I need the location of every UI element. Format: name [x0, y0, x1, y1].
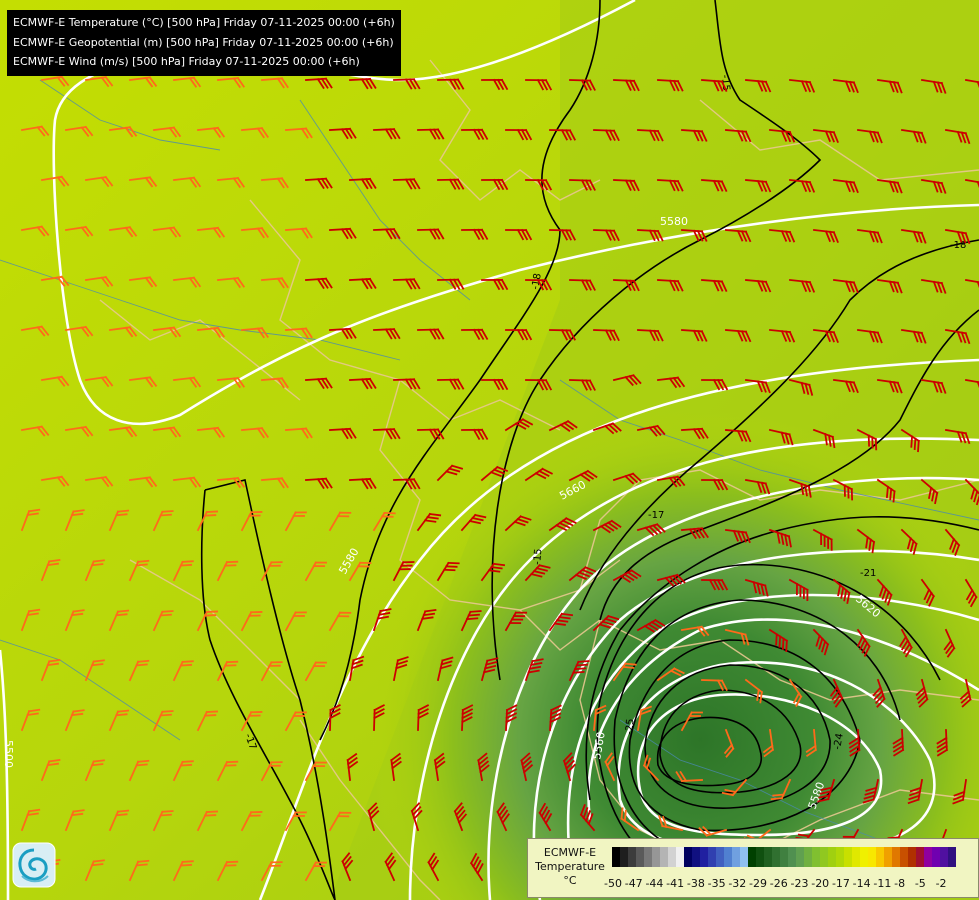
legend-swatch	[860, 847, 868, 867]
legend-swatch	[876, 847, 884, 867]
legend-swatch	[828, 847, 836, 867]
legend-swatch	[868, 847, 876, 867]
legend-swatch	[668, 847, 676, 867]
legend-label-unit: °C	[563, 874, 577, 887]
temperature-legend: ECMWF-E Temperature °C -50 -47 -44 -41 -38 -3…	[527, 838, 979, 898]
legend-label: ECMWF-E Temperature °C	[532, 846, 608, 888]
legend-tick-label: -32	[728, 877, 747, 890]
legend-tick-label: -8	[894, 877, 906, 890]
temp-label-e: -21	[860, 568, 876, 579]
ecmwf-logo-icon	[12, 842, 56, 888]
legend-swatch	[652, 847, 660, 867]
legend-swatch	[676, 847, 684, 867]
legend-swatch	[908, 847, 916, 867]
legend-swatch	[740, 847, 748, 867]
legend-swatch	[716, 847, 724, 867]
legend-swatch	[628, 847, 636, 867]
temp-label-i: -15	[532, 548, 544, 565]
legend-swatch	[644, 847, 652, 867]
title-temperature: ECMWF-E Temperature (°C) [500 hPa] Frida…	[13, 16, 395, 29]
legend-swatch	[932, 847, 940, 867]
legend-swatch	[732, 847, 740, 867]
legend-swatch	[700, 847, 708, 867]
map-title-box: ECMWF-E Temperature (°C) [500 hPa] Frida…	[7, 10, 401, 76]
legend-tick-label: -20	[811, 877, 830, 890]
legend-swatch	[820, 847, 828, 867]
legend-tick-label: -17	[831, 877, 850, 890]
legend-tick-label: -29	[749, 877, 768, 890]
temp-label-c: -18	[950, 240, 966, 251]
geo-label-5500: 5500	[2, 740, 15, 768]
legend-tick-label: -26	[769, 877, 788, 890]
legend-swatch	[748, 847, 756, 867]
legend-tick-label: -47	[624, 877, 643, 890]
title-wind: ECMWF-E Wind (m/s) [500 hPa] Friday 07-1…	[13, 55, 360, 68]
legend-colorbar	[612, 847, 956, 867]
legend-swatch	[620, 847, 628, 867]
temp-label-d: -17	[648, 510, 664, 521]
legend-tick-label: -23	[790, 877, 809, 890]
legend-swatch	[660, 847, 668, 867]
legend-tick-label: -11	[873, 877, 892, 890]
legend-tick-label: -14	[852, 877, 871, 890]
geo-label-5580-north: 5580	[660, 215, 688, 228]
legend-label-line1: ECMWF-E	[543, 846, 597, 859]
legend-swatch	[852, 847, 860, 867]
legend-tick-label: -41	[666, 877, 685, 890]
legend-swatch	[708, 847, 716, 867]
legend-swatch	[916, 847, 924, 867]
legend-swatch	[764, 847, 772, 867]
legend-swatch	[948, 847, 956, 867]
legend-swatch	[612, 847, 620, 867]
legend-swatch	[756, 847, 764, 867]
legend-label-line2: Temperature	[535, 860, 605, 873]
legend-swatch	[692, 847, 700, 867]
legend-tick-label: -44	[645, 877, 664, 890]
legend-swatch	[812, 847, 820, 867]
title-geopotential: ECMWF-E Geopotential (m) [500 hPa] Frida…	[13, 35, 394, 49]
legend-tick-label: -2	[935, 877, 947, 890]
temp-label-g: -25	[624, 718, 636, 735]
legend-swatch	[844, 847, 852, 867]
legend-swatch	[804, 847, 812, 867]
legend-swatch	[884, 847, 892, 867]
legend-swatch	[892, 847, 900, 867]
legend-swatch	[836, 847, 844, 867]
legend-tick-label: -5	[914, 877, 926, 890]
legend-tick-label: -35	[707, 877, 726, 890]
weather-map: 5660 5620 5580 5580 5560 5500 5580 -15 -…	[0, 0, 979, 900]
legend-swatch	[900, 847, 908, 867]
legend-swatch	[772, 847, 780, 867]
legend-tick-label: -38	[686, 877, 705, 890]
legend-swatch	[684, 847, 692, 867]
legend-tick-label: -50	[604, 877, 622, 890]
legend-swatch	[924, 847, 932, 867]
legend-swatch	[780, 847, 788, 867]
legend-swatch	[788, 847, 796, 867]
legend-swatch	[724, 847, 732, 867]
legend-swatch	[796, 847, 804, 867]
legend-swatch	[636, 847, 644, 867]
legend-swatch	[940, 847, 948, 867]
